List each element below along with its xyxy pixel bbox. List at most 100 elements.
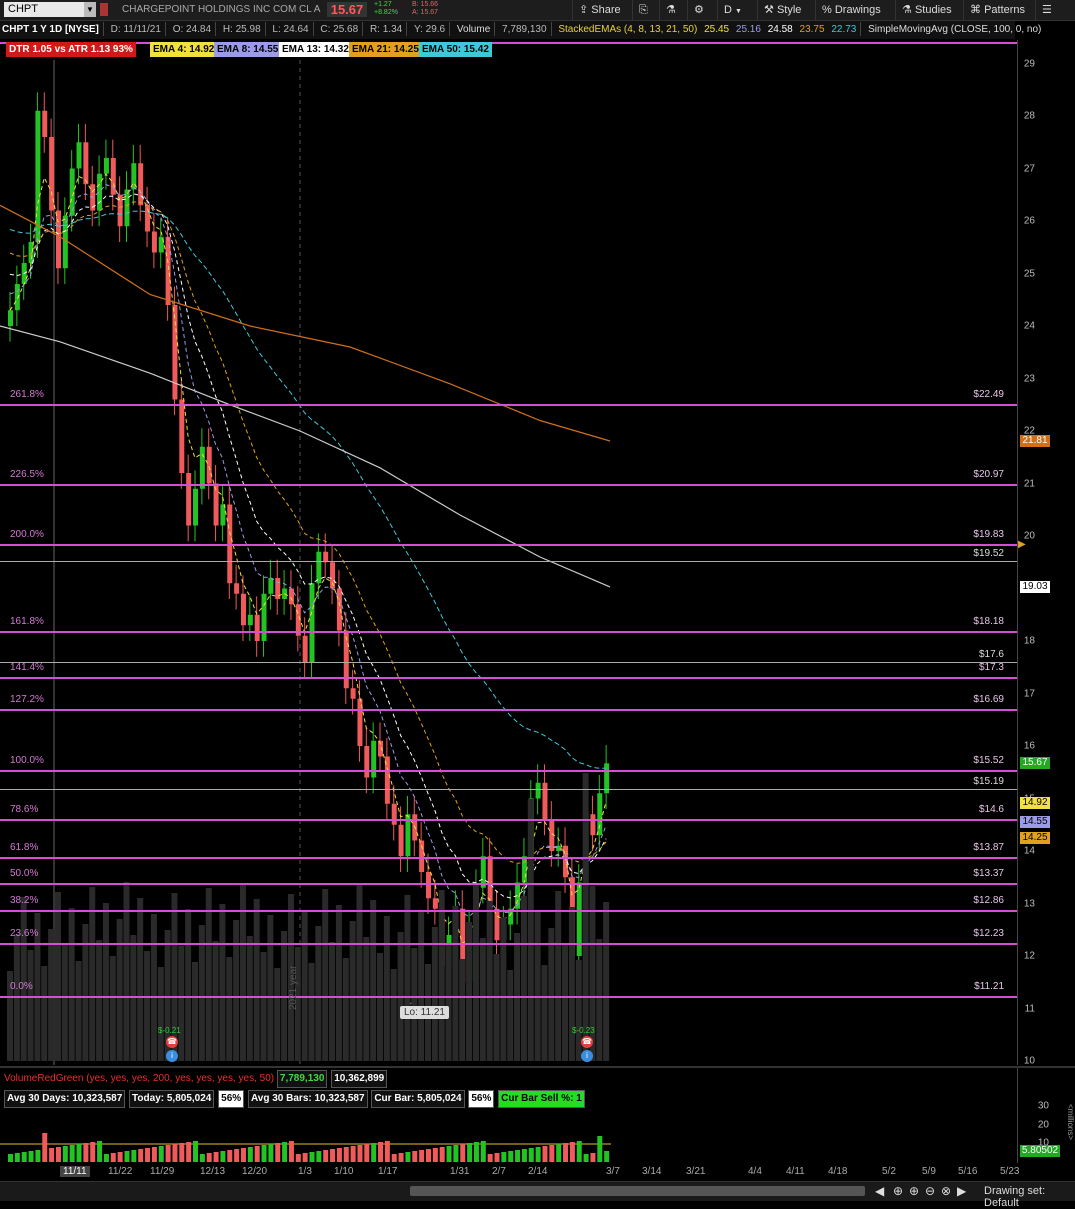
pan-icon[interactable]: ⊕ [893, 1184, 903, 1198]
reference-line[interactable] [0, 561, 1018, 563]
volume-bar [282, 1142, 288, 1162]
fib-line[interactable] [0, 676, 1018, 679]
ema8-tag: 14.55 [1020, 816, 1050, 829]
patterns-button[interactable]: ⌘ Patterns [963, 0, 1035, 20]
flag-icon[interactable] [100, 3, 108, 16]
volume-bar [103, 1154, 109, 1162]
fib-line[interactable] [0, 996, 1018, 999]
fib-line[interactable] [0, 942, 1018, 945]
volume-bar [378, 1142, 384, 1162]
ema13-study[interactable]: EMA 13: 14.32 [279, 42, 352, 57]
drawing-set-label[interactable]: Drawing set: Default [984, 1185, 1075, 1209]
volume-last-tag: 5.80502 [1020, 1145, 1060, 1157]
volume-shadow-bar [96, 940, 103, 1061]
volume-bar [117, 1152, 123, 1162]
fib-line[interactable] [0, 630, 1018, 633]
drawings-label: Drawings [834, 4, 881, 16]
candle-body [35, 110, 41, 242]
reference-line[interactable] [0, 788, 1018, 790]
timeframe-button[interactable]: D ▼ [717, 0, 757, 20]
volume-shadow-bar [144, 951, 151, 1061]
volume-bar [268, 1144, 274, 1162]
volume-shadow-bar [390, 969, 397, 1061]
fib-line[interactable] [0, 883, 1018, 886]
volume-label: Volume [456, 24, 491, 35]
ema4-study[interactable]: EMA 4: 14.92 [150, 42, 218, 57]
info-icon[interactable]: i [581, 1050, 593, 1062]
volume-bar [556, 1144, 562, 1162]
volume-shadow-bar [541, 965, 548, 1061]
volume-shadow-bar [603, 902, 610, 1061]
volume-bar [535, 1147, 541, 1162]
volume-shadow-bar [178, 946, 185, 1061]
settings-button[interactable]: ⚙ [687, 0, 717, 20]
fib-line[interactable] [0, 856, 1018, 859]
date-tick: 4/4 [748, 1166, 762, 1177]
fib-line[interactable] [0, 770, 1018, 773]
drawings-button[interactable]: % Drawings [815, 0, 895, 20]
dtr-atr-study[interactable]: DTR 1.05 vs ATR 1.13 93% [6, 42, 136, 57]
volume-study-label[interactable]: VolumeRedGreen (yes, yes, yes, 200, yes,… [4, 1073, 274, 1084]
candle-body [254, 614, 260, 641]
zoom-in-icon[interactable]: ⊕ [909, 1184, 919, 1198]
scroll-right-icon[interactable]: ▶ [957, 1184, 966, 1198]
volume-bar [432, 1148, 438, 1162]
dividend-label: $-0.23 [572, 1026, 595, 1035]
panel-divider[interactable] [0, 1066, 1075, 1068]
time-axis[interactable]: 11/11 11/22 11/29 12/13 12/20 1/3 1/10 1/17 1/31… [0, 1163, 1019, 1181]
fib-line[interactable] [0, 818, 1018, 821]
fib-line[interactable] [0, 543, 1018, 546]
earnings-icon[interactable]: ☎ [166, 1036, 178, 1048]
volume-bar [398, 1153, 404, 1162]
volume-axis[interactable]: 30 20 10 <millions> 5.80502 [1017, 1068, 1075, 1181]
price-axis[interactable]: 2928272625242322212019181716151413121110… [1017, 40, 1075, 1067]
fib-line[interactable] [0, 909, 1018, 912]
ohlc-date: D: 11/11/21 [110, 24, 161, 35]
volume-units: <millions> [1066, 1104, 1075, 1141]
flask-button[interactable]: ⚗ [659, 0, 687, 20]
candle-body [14, 284, 20, 311]
volume-shadow-bar [212, 941, 219, 1061]
volume-bar [350, 1146, 356, 1162]
export-button[interactable]: ⎘ [632, 0, 659, 20]
price-tick: 21 [1023, 478, 1035, 489]
volume-bar [35, 1150, 41, 1162]
volume-bar [494, 1153, 500, 1162]
date-tick: 3/7 [606, 1166, 620, 1177]
stacked-emas-label[interactable]: StackedEMAs (4, 8, 13, 21, 50) [556, 24, 699, 35]
reference-line[interactable] [0, 662, 1018, 663]
volume-bar [179, 1143, 185, 1162]
gear-icon: ⚙ [694, 4, 704, 16]
symbol-input[interactable]: CHPT ▼ [4, 2, 96, 17]
horizontal-scrollbar[interactable] [410, 1186, 865, 1196]
reset-zoom-icon[interactable]: ⊗ [941, 1184, 951, 1198]
style-button[interactable]: ⚒ Style [757, 0, 815, 20]
sma-label[interactable]: SimpleMovingAvg (CLOSE, 100, 0, no) [866, 24, 1043, 35]
candle-body [302, 635, 308, 662]
earnings-icon[interactable]: ☎ [581, 1036, 593, 1048]
share-button[interactable]: ⇪ Share [572, 0, 632, 20]
ema21-study[interactable]: EMA 21: 14.25 [349, 42, 422, 57]
fib-line[interactable] [0, 708, 1018, 711]
volume-bar [247, 1147, 253, 1162]
scroll-left-icon[interactable]: ◀ [875, 1184, 884, 1198]
stacked-ema-8: 25.16 [735, 24, 761, 35]
studies-button[interactable]: ⚗ Studies [895, 0, 963, 20]
ema8-study[interactable]: EMA 8: 14.55 [214, 42, 282, 57]
info-icon[interactable]: i [166, 1050, 178, 1062]
volume-bar [151, 1147, 157, 1162]
fib-pct-label: 100.0% [10, 755, 44, 767]
fib-line[interactable] [0, 484, 1018, 487]
volume-average: 10,362,899 [331, 1070, 388, 1088]
share-icon: ⇪ [579, 4, 589, 16]
ema50-study[interactable]: EMA 50: 15.42 [419, 42, 492, 57]
fib-line[interactable] [0, 404, 1018, 407]
chevron-down-icon[interactable]: ▼ [84, 2, 96, 17]
volume-shadow-bar [548, 928, 555, 1061]
zoom-out-icon[interactable]: ⊖ [925, 1184, 935, 1198]
more-button[interactable]: ☰ [1035, 0, 1075, 20]
volume-chart[interactable] [0, 1102, 1018, 1163]
ema4-line [9, 173, 607, 945]
candle-body [186, 473, 192, 526]
candle-body [234, 583, 240, 594]
